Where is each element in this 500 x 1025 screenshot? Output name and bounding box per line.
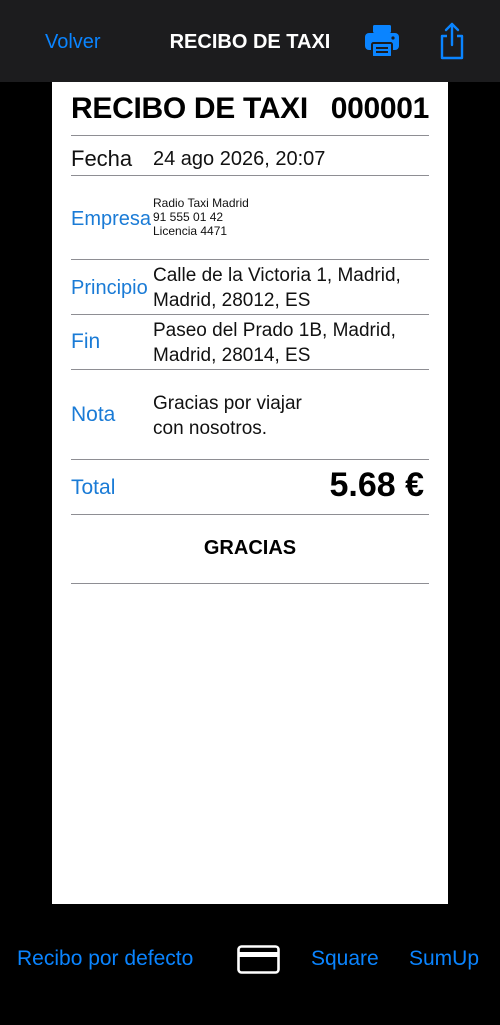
empresa-line: Licencia 4471 [153, 224, 228, 238]
divider [71, 459, 429, 460]
receipt-title: RECIBO DE TAXI 000001 [71, 92, 429, 126]
receipt-number: 000001 [330, 92, 430, 125]
divider [71, 514, 429, 515]
nota-value: Gracias por viajar con nosotros. [153, 391, 302, 441]
principio-label[interactable]: Principio [71, 277, 148, 300]
total-value: 5.68 € [329, 466, 424, 504]
divider [71, 135, 429, 136]
sumup-button[interactable]: SumUp [409, 947, 479, 971]
square-button[interactable]: Square [311, 947, 379, 971]
receipt-title-text: RECIBO DE TAXI [71, 92, 308, 125]
fin-value: Paseo del Prado 1B, Madrid, Madrid, 2801… [153, 318, 396, 368]
default-receipt-button[interactable]: Recibo por defecto [17, 947, 193, 971]
nota-label[interactable]: Nota [71, 403, 115, 427]
fin-label[interactable]: Fin [71, 330, 100, 354]
principio-line: Madrid, 28012, ES [153, 290, 311, 311]
fin-line: Paseo del Prado 1B, Madrid, [153, 320, 396, 341]
nota-line: Gracias por viajar [153, 393, 302, 414]
principio-value: Calle de la Victoria 1, Madrid, Madrid, … [153, 263, 401, 313]
share-icon[interactable] [438, 22, 466, 60]
divider [71, 583, 429, 584]
navigation-bar: Volver RECIBO DE TAXI [0, 0, 500, 82]
fin-line: Madrid, 28014, ES [153, 345, 311, 366]
fecha-label: Fecha [71, 146, 133, 171]
principio-line: Calle de la Victoria 1, Madrid, [153, 265, 401, 286]
credit-card-icon[interactable] [237, 945, 280, 974]
back-button[interactable]: Volver [45, 31, 101, 54]
printer-icon[interactable] [364, 24, 400, 58]
divider [71, 314, 429, 315]
receipt-footer: GRACIAS [203, 537, 297, 559]
empresa-value: Radio Taxi Madrid 91 555 01 42 Licencia … [153, 196, 249, 238]
empresa-line: 91 555 01 42 [153, 210, 224, 224]
empresa-label[interactable]: Empresa [71, 208, 151, 231]
divider [71, 175, 429, 176]
total-label[interactable]: Total [71, 476, 115, 500]
nota-line: con nosotros. [153, 418, 268, 439]
fecha-value: 24 ago 2026, 20:07 [153, 148, 326, 170]
divider [71, 369, 429, 370]
divider [71, 259, 429, 260]
empresa-line: Radio Taxi Madrid [153, 196, 249, 210]
receipt-paper: RECIBO DE TAXI 000001 Fecha 24 ago 2026,… [52, 82, 448, 904]
